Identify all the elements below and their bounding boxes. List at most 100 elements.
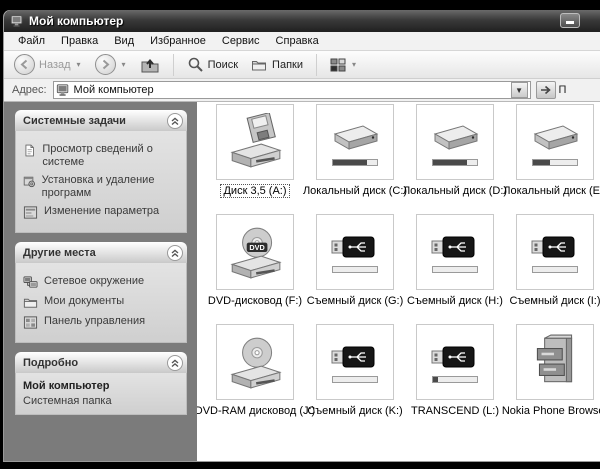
drive-tile-l[interactable]: TRANSCEND (L:) bbox=[405, 324, 505, 434]
disk-usage-bar bbox=[332, 376, 378, 383]
panel-body: Мой компьютер Системная папка bbox=[15, 373, 187, 415]
usb-drive-icon bbox=[527, 232, 583, 262]
screenshot-frame: Мой компьютер Файл Правка Вид Избранное … bbox=[0, 0, 600, 469]
folders-button[interactable]: Папки bbox=[246, 55, 307, 75]
panel-other-places: Другие места Сетевое ок bbox=[15, 242, 187, 343]
collapse-button[interactable] bbox=[167, 355, 183, 371]
disk-usage-bar bbox=[332, 159, 378, 166]
link-label: Мои документы bbox=[44, 295, 124, 308]
computer-icon bbox=[56, 83, 70, 97]
system-info-icon bbox=[23, 143, 36, 158]
link-my-documents[interactable]: Мои документы bbox=[23, 295, 181, 310]
back-label: Назад bbox=[39, 59, 71, 71]
folders-icon bbox=[250, 57, 268, 73]
drive-tile-g[interactable]: Съемный диск (G:) bbox=[305, 214, 405, 324]
panel-details-header[interactable]: Подробно bbox=[15, 352, 187, 373]
task-label: Просмотр сведений о системе bbox=[42, 143, 181, 169]
panel-details: Подробно Мой компьютер Системная папка bbox=[15, 352, 187, 415]
drive-label: Съемный диск (K:) bbox=[304, 404, 405, 418]
views-dropdown-icon: ▾ bbox=[352, 60, 356, 69]
toolbar: Назад ▾ ▾ Поиск bbox=[4, 51, 600, 79]
panel-system-tasks-header[interactable]: Системные задачи bbox=[15, 110, 187, 131]
drive-tile-e[interactable]: Локальный диск (E:) bbox=[505, 104, 600, 214]
toolbar-separator bbox=[173, 54, 174, 76]
my-computer-window: Мой компьютер Файл Правка Вид Избранное … bbox=[3, 10, 600, 462]
drive-tile-a[interactable]: Диск 3,5 (А:) bbox=[205, 104, 305, 214]
folder-content: Диск 3,5 (А:) Локальный диск (C:) bbox=[197, 102, 600, 461]
usb-drive-icon bbox=[327, 342, 383, 372]
search-button[interactable]: Поиск bbox=[183, 54, 242, 75]
disk-usage-bar bbox=[432, 376, 478, 383]
task-add-remove-programs[interactable]: Установка и удаление программ bbox=[23, 174, 181, 200]
details-item-description: Системная папка bbox=[23, 395, 181, 407]
drive-tile-h[interactable]: Съемный диск (H:) bbox=[405, 214, 505, 324]
menu-edit[interactable]: Правка bbox=[53, 33, 106, 49]
drive-grid: Диск 3,5 (А:) Локальный диск (C:) bbox=[205, 104, 600, 434]
address-label: Адрес: bbox=[12, 84, 47, 96]
menu-favorites[interactable]: Избранное bbox=[142, 33, 214, 49]
drive-label: Локальный диск (D:) bbox=[400, 184, 510, 198]
collapse-button[interactable] bbox=[167, 245, 183, 261]
menu-view[interactable]: Вид bbox=[106, 33, 142, 49]
address-bar: Адрес: Мой компьютер ▼ П bbox=[4, 79, 600, 102]
phone-browser-icon bbox=[526, 333, 584, 391]
forward-button[interactable]: ▾ bbox=[91, 52, 132, 77]
back-button[interactable]: Назад ▾ bbox=[10, 52, 87, 77]
drive-label: DVD-дисковод (F:) bbox=[205, 294, 305, 308]
hard-disk-icon bbox=[427, 119, 483, 155]
address-input[interactable]: Мой компьютер ▼ bbox=[53, 81, 531, 99]
task-change-setting[interactable]: Изменение параметра bbox=[23, 205, 181, 220]
back-dropdown-icon[interactable]: ▾ bbox=[77, 60, 81, 69]
forward-dropdown-icon[interactable]: ▾ bbox=[122, 60, 126, 69]
panel-body: Просмотр сведений о системе Установка и … bbox=[15, 131, 187, 233]
panel-other-places-header[interactable]: Другие места bbox=[15, 242, 187, 263]
drive-label: Nokia Phone Browser bbox=[499, 404, 600, 418]
disk-usage-bar bbox=[532, 159, 578, 166]
forward-icon bbox=[95, 54, 116, 75]
svg-text:DVD: DVD bbox=[249, 243, 264, 252]
go-button[interactable] bbox=[536, 81, 556, 99]
hard-disk-icon bbox=[527, 119, 583, 155]
disk-usage-bar bbox=[432, 159, 478, 166]
views-button[interactable]: ▾ bbox=[326, 56, 362, 74]
drive-tile-d[interactable]: Локальный диск (D:) bbox=[405, 104, 505, 214]
drive-label: TRANSCEND (L:) bbox=[408, 404, 502, 418]
main-area: Системные задачи Просмотр сведений о сис… bbox=[4, 102, 600, 461]
collapse-button[interactable] bbox=[167, 113, 183, 129]
link-network-places[interactable]: Сетевое окружение bbox=[23, 275, 181, 290]
nokia-phone-browser-tile[interactable]: Nokia Phone Browser bbox=[505, 324, 600, 434]
drive-label: DVD-RAM дисковод (J:) bbox=[197, 404, 318, 418]
folder-up-icon bbox=[140, 56, 160, 74]
computer-icon bbox=[10, 14, 24, 28]
drive-tile-k[interactable]: Съемный диск (K:) bbox=[305, 324, 405, 434]
dvd-ram-drive-icon bbox=[226, 333, 284, 391]
up-button[interactable] bbox=[136, 54, 164, 76]
drive-tile-c[interactable]: Локальный диск (C:) bbox=[305, 104, 405, 214]
my-documents-icon bbox=[23, 295, 38, 310]
dvd-drive-icon: DVD bbox=[226, 223, 284, 281]
back-icon bbox=[14, 54, 35, 75]
link-label: Сетевое окружение bbox=[44, 275, 144, 288]
title-bar[interactable]: Мой компьютер bbox=[4, 10, 600, 32]
menu-tools[interactable]: Сервис bbox=[214, 33, 268, 49]
window-title: Мой компьютер bbox=[29, 14, 123, 28]
menu-bar: Файл Правка Вид Избранное Сервис Справка bbox=[4, 32, 600, 51]
task-label: Изменение параметра bbox=[44, 205, 159, 218]
menu-file[interactable]: Файл bbox=[10, 33, 53, 49]
minimize-button[interactable] bbox=[560, 13, 580, 28]
drive-tile-i[interactable]: Съемный диск (I:) bbox=[505, 214, 600, 324]
search-icon bbox=[187, 56, 204, 73]
drive-tile-f[interactable]: DVD DVD-дисковод (F:) bbox=[205, 214, 305, 324]
link-control-panel[interactable]: Панель управления bbox=[23, 315, 181, 330]
network-icon bbox=[23, 275, 38, 290]
drive-tile-j[interactable]: DVD-RAM дисковод (J:) bbox=[205, 324, 305, 434]
panel-title: Системные задачи bbox=[23, 115, 126, 127]
change-setting-icon bbox=[23, 205, 38, 220]
panel-system-tasks: Системные задачи Просмотр сведений о сис… bbox=[15, 110, 187, 233]
drive-label: Съемный диск (G:) bbox=[304, 294, 407, 308]
task-view-system-info[interactable]: Просмотр сведений о системе bbox=[23, 143, 181, 169]
views-icon bbox=[330, 58, 346, 72]
menu-help[interactable]: Справка bbox=[268, 33, 327, 49]
panel-body: Сетевое окружение Мои документы bbox=[15, 263, 187, 343]
address-dropdown-button[interactable]: ▼ bbox=[511, 82, 528, 98]
